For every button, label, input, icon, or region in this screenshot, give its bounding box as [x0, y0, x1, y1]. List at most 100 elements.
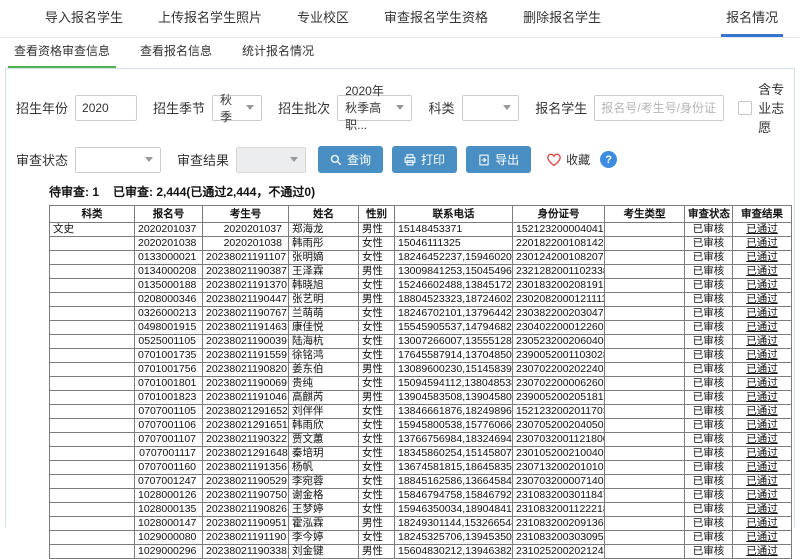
cell-review-result[interactable]: 已通过 [733, 545, 792, 559]
cell-student-type [605, 377, 685, 391]
batch-select-value: 2020年秋季高职... [345, 82, 390, 133]
cell-review-result[interactable]: 已通过 [733, 489, 792, 503]
cell-review-result[interactable]: 已通过 [733, 265, 792, 279]
cell-review-result[interactable]: 已通过 [733, 223, 792, 237]
batch-select[interactable]: 2020年秋季高职... [337, 95, 412, 121]
cell-gender: 女性 [359, 251, 395, 265]
query-button[interactable]: 查询 [318, 146, 383, 173]
cell-review-status: 已审核 [685, 531, 733, 545]
cell-exam-no: 20238021291652 [203, 405, 289, 419]
cell-subject [50, 321, 135, 335]
top-tab-0[interactable]: 导入报名学生 [40, 0, 128, 37]
cell-subject [50, 363, 135, 377]
cell-exam-no: 20238021191190 [203, 531, 289, 545]
column-header-id-card: 身份证号 [513, 206, 605, 223]
cell-review-status: 已审核 [685, 545, 733, 559]
cell-gender: 女性 [359, 531, 395, 545]
top-tab-5[interactable]: 报名情况 [721, 0, 783, 37]
chevron-down-icon [246, 105, 254, 110]
chevron-down-icon [145, 157, 153, 162]
cell-review-result[interactable]: 已通过 [733, 363, 792, 377]
cell-exam-no: 20238021190826 [203, 503, 289, 517]
cell-phone: 15148453371 [395, 223, 513, 237]
cell-review-result[interactable]: 已通过 [733, 321, 792, 335]
cell-review-result[interactable]: 已通过 [733, 335, 792, 349]
export-button-label: 导出 [495, 151, 519, 168]
table-row: 013300002120238021191107张明嫡女性18246452237… [50, 251, 792, 265]
cell-id-card: 230208200012111172 [513, 293, 605, 307]
cell-reg-no: 0701001735 [135, 349, 203, 363]
print-button[interactable]: 打印 [392, 146, 457, 173]
cell-reg-no: 0135000188 [135, 279, 203, 293]
season-label: 招生季节 [153, 98, 205, 117]
top-tab-1[interactable]: 上传报名学生照片 [153, 0, 267, 37]
cell-subject [50, 489, 135, 503]
content-panel: 招生年份 招生季节 秋季 招生批次 2020年秋季高职... 科类 报名学生 含… [5, 68, 795, 527]
cell-review-result[interactable]: 已通过 [733, 405, 792, 419]
sub-tab-0[interactable]: 查看资格审查信息 [8, 38, 116, 68]
cell-gender: 女性 [359, 405, 395, 419]
cell-subject: 文史 [50, 223, 135, 237]
column-header-name: 姓名 [289, 206, 359, 223]
cell-review-result[interactable]: 已通过 [733, 349, 792, 363]
top-tab-4[interactable]: 删除报名学生 [518, 0, 606, 37]
cell-review-status: 已审核 [685, 237, 733, 251]
cell-subject [50, 433, 135, 447]
student-search-input[interactable] [594, 95, 724, 121]
cell-review-result[interactable]: 已通过 [733, 307, 792, 321]
cell-subject [50, 405, 135, 419]
cell-review-result[interactable]: 已通过 [733, 447, 792, 461]
cell-subject [50, 237, 135, 251]
student-label: 报名学生 [535, 98, 587, 117]
cell-student-type [605, 405, 685, 419]
cell-review-result[interactable]: 已通过 [733, 237, 792, 251]
cell-exam-no: 20238021190322 [203, 433, 289, 447]
cell-phone: 18246702101,13796442780 [395, 307, 513, 321]
cell-review-result[interactable]: 已通过 [733, 419, 792, 433]
cell-review-status: 已审核 [685, 307, 733, 321]
cell-reg-no: 0701001801 [135, 377, 203, 391]
season-select[interactable]: 秋季 [212, 95, 262, 121]
search-icon [330, 154, 342, 166]
cell-id-card: 230703200112180023 [513, 433, 605, 447]
major-preference-checkbox[interactable] [738, 101, 752, 115]
cell-review-result[interactable]: 已通过 [733, 293, 792, 307]
cell-phone: 15946350034,18904841800 [395, 503, 513, 517]
review-status-select[interactable] [75, 147, 161, 173]
cell-gender: 女性 [359, 377, 395, 391]
table-row: 070700116020238021191356杨帆女性13674581815,… [50, 461, 792, 475]
top-tab-2[interactable]: 专业校区 [292, 0, 354, 37]
cell-review-result[interactable]: 已通过 [733, 475, 792, 489]
help-icon[interactable]: ? [600, 151, 617, 168]
cell-review-result[interactable]: 已通过 [733, 391, 792, 405]
sub-tab-1[interactable]: 查看报名信息 [134, 38, 218, 68]
sub-tab-2[interactable]: 统计报名情况 [236, 38, 320, 68]
review-result-select[interactable] [236, 147, 306, 173]
cell-review-result[interactable]: 已通过 [733, 503, 792, 517]
cell-review-result[interactable]: 已通过 [733, 377, 792, 391]
export-button[interactable]: 导出 [466, 146, 531, 173]
cell-id-card: 230402200012260525 [513, 321, 605, 335]
table-row: 049800191520238021191463康佳悦女性15545905537… [50, 321, 792, 335]
cell-review-result[interactable]: 已通过 [733, 517, 792, 531]
cell-review-result[interactable]: 已通过 [733, 433, 792, 447]
subject-select[interactable] [462, 95, 520, 121]
favorite-button[interactable]: 收藏 [546, 151, 590, 168]
cell-name: 韩雨欣 [289, 419, 359, 433]
cell-reg-no: 0326000213 [135, 307, 203, 321]
year-input[interactable] [75, 95, 137, 121]
table-row: 102900008020238021191190李今婷女性18245325706… [50, 531, 792, 545]
cell-review-result[interactable]: 已通过 [733, 531, 792, 545]
cell-gender: 女性 [359, 335, 395, 349]
cell-reg-no: 1028000126 [135, 489, 203, 503]
cell-id-card: 23108320011222182X [513, 503, 605, 517]
cell-review-result[interactable]: 已通过 [733, 251, 792, 265]
cell-student-type [605, 391, 685, 405]
cell-review-result[interactable]: 已通过 [733, 461, 792, 475]
cell-review-result[interactable]: 已通过 [733, 279, 792, 293]
top-tab-3[interactable]: 审查报名学生资格 [379, 0, 493, 37]
table-row: 070100180120238021190069贵纯女性15094594112,… [50, 377, 792, 391]
season-select-value: 秋季 [220, 91, 240, 125]
cell-id-card: 230713200201010029 [513, 461, 605, 475]
column-header-student-type: 考生类型 [605, 206, 685, 223]
